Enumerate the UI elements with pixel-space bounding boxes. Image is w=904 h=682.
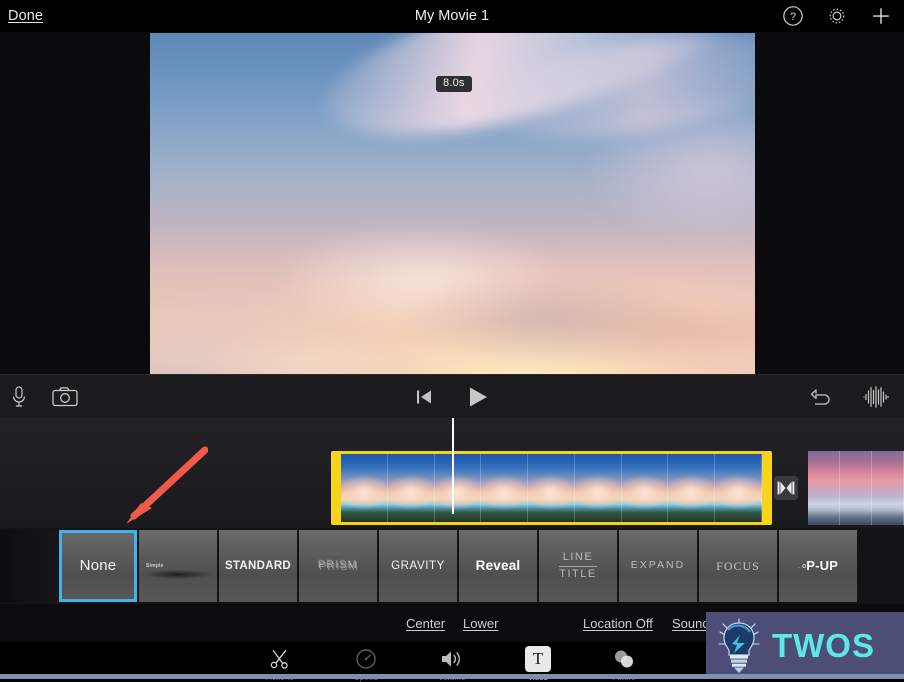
style-label: GRAVITY — [391, 559, 445, 572]
title-style-picker[interactable]: None Simple STANDARD PRISM GRAVITY Revea… — [0, 528, 904, 604]
style-label: . oP-UP — [798, 559, 838, 573]
filmstrip-frame — [621, 454, 669, 522]
settings-gear-icon[interactable] — [826, 5, 848, 27]
filmstrip-frame — [668, 454, 716, 522]
microphone-icon[interactable] — [10, 385, 28, 409]
skip-back-icon[interactable] — [415, 388, 433, 406]
camera-icon[interactable] — [52, 386, 78, 408]
style-label: None — [79, 557, 117, 575]
playback-control-strip — [0, 374, 904, 418]
bottom-edge-bar — [0, 674, 904, 679]
style-thumb-prism[interactable]: PRISM — [299, 530, 377, 602]
option-center[interactable]: Center — [406, 616, 445, 631]
capture-tools — [0, 385, 78, 409]
help-icon[interactable]: ? — [782, 5, 804, 27]
picker-scroll-pad — [0, 530, 58, 602]
style-label: PRISM — [318, 559, 358, 572]
playhead-line[interactable] — [452, 418, 454, 514]
transport-controls — [0, 386, 904, 408]
style-thumb-line-title[interactable]: LINE TITLE — [539, 530, 617, 602]
top-navigation-bar: Done My Movie 1 ? — [0, 0, 904, 32]
cloud-streak — [580, 95, 755, 245]
filmstrip-frame — [434, 454, 482, 522]
style-thumb-simple[interactable]: Simple — [139, 530, 217, 602]
undo-arrow-icon[interactable] — [810, 387, 834, 407]
speedometer-icon — [355, 646, 377, 672]
add-media-icon[interactable] — [870, 5, 892, 27]
text-t-icon: T — [525, 646, 551, 672]
style-thumb-focus[interactable]: FOCUS — [699, 530, 777, 602]
watermark-badge: TWOS — [706, 612, 904, 679]
svg-text:?: ? — [790, 11, 796, 23]
transition-icon[interactable] — [774, 476, 798, 500]
style-thumb-reveal[interactable]: Reveal — [459, 530, 537, 602]
cloud-streak — [400, 273, 700, 368]
filmstrip-frame — [341, 454, 388, 522]
page-title: My Movie 1 — [414, 8, 490, 24]
style-label-prefix: . o — [797, 563, 807, 571]
cloud-streak — [270, 223, 570, 333]
clip-duration-badge: 8.0s — [436, 76, 472, 92]
cloud-streak — [474, 33, 755, 157]
filmstrip-frame — [840, 451, 872, 525]
option-location-off[interactable]: Location Off — [583, 616, 653, 631]
scissors-icon — [269, 646, 291, 672]
done-button[interactable]: Done — [8, 8, 43, 24]
cloud-streak — [311, 33, 749, 168]
style-thumb-expand[interactable]: EXPAND — [619, 530, 697, 602]
style-label-line2: TITLE — [559, 567, 597, 580]
style-label-main: P-UP — [806, 558, 839, 574]
filmstrip-frame — [574, 454, 622, 522]
style-label: Simple — [146, 563, 164, 569]
style-label: FOCUS — [716, 558, 760, 573]
style-label-line1: LINE — [562, 550, 594, 563]
topbar-actions: ? — [782, 5, 904, 27]
edit-tools — [810, 385, 904, 408]
timeline-clip-next[interactable] — [808, 451, 904, 525]
filmstrip-frame — [872, 451, 904, 525]
style-thumb-popup[interactable]: . oP-UP — [779, 530, 857, 602]
style-preview-line — [143, 570, 213, 579]
text-t-glyph: T — [525, 646, 551, 672]
filmstrip-frame — [387, 454, 435, 522]
style-thumb-none[interactable]: None — [59, 530, 137, 602]
cloud-streak — [550, 298, 755, 368]
filmstrip-frame — [715, 454, 762, 522]
style-label: EXPAND — [630, 559, 686, 572]
speaker-icon — [440, 646, 464, 672]
style-thumb-standard[interactable]: STANDARD — [219, 530, 297, 602]
timeline-track-area[interactable] — [0, 418, 904, 528]
video-preview-area: 8.0s — [0, 32, 904, 374]
waveform-icon[interactable] — [862, 385, 890, 408]
lightbulb-icon — [718, 617, 760, 673]
style-label: Reveal — [475, 557, 521, 573]
watermark-text: TWOS — [772, 626, 875, 664]
style-label: STANDARD — [224, 559, 292, 572]
cloud-streak — [190, 333, 420, 374]
clip-filmstrip — [341, 454, 762, 522]
style-label-divider — [559, 565, 597, 567]
style-label: LINE TITLE — [559, 550, 597, 582]
timeline-clip-selected[interactable] — [331, 451, 772, 525]
filters-icon — [612, 646, 636, 672]
play-icon[interactable] — [467, 386, 489, 408]
filmstrip-frame — [808, 451, 840, 525]
style-thumb-gravity[interactable]: GRAVITY — [379, 530, 457, 602]
filmstrip-frame — [481, 454, 529, 522]
filmstrip-frame — [528, 454, 575, 522]
option-lower[interactable]: Lower — [463, 616, 498, 631]
